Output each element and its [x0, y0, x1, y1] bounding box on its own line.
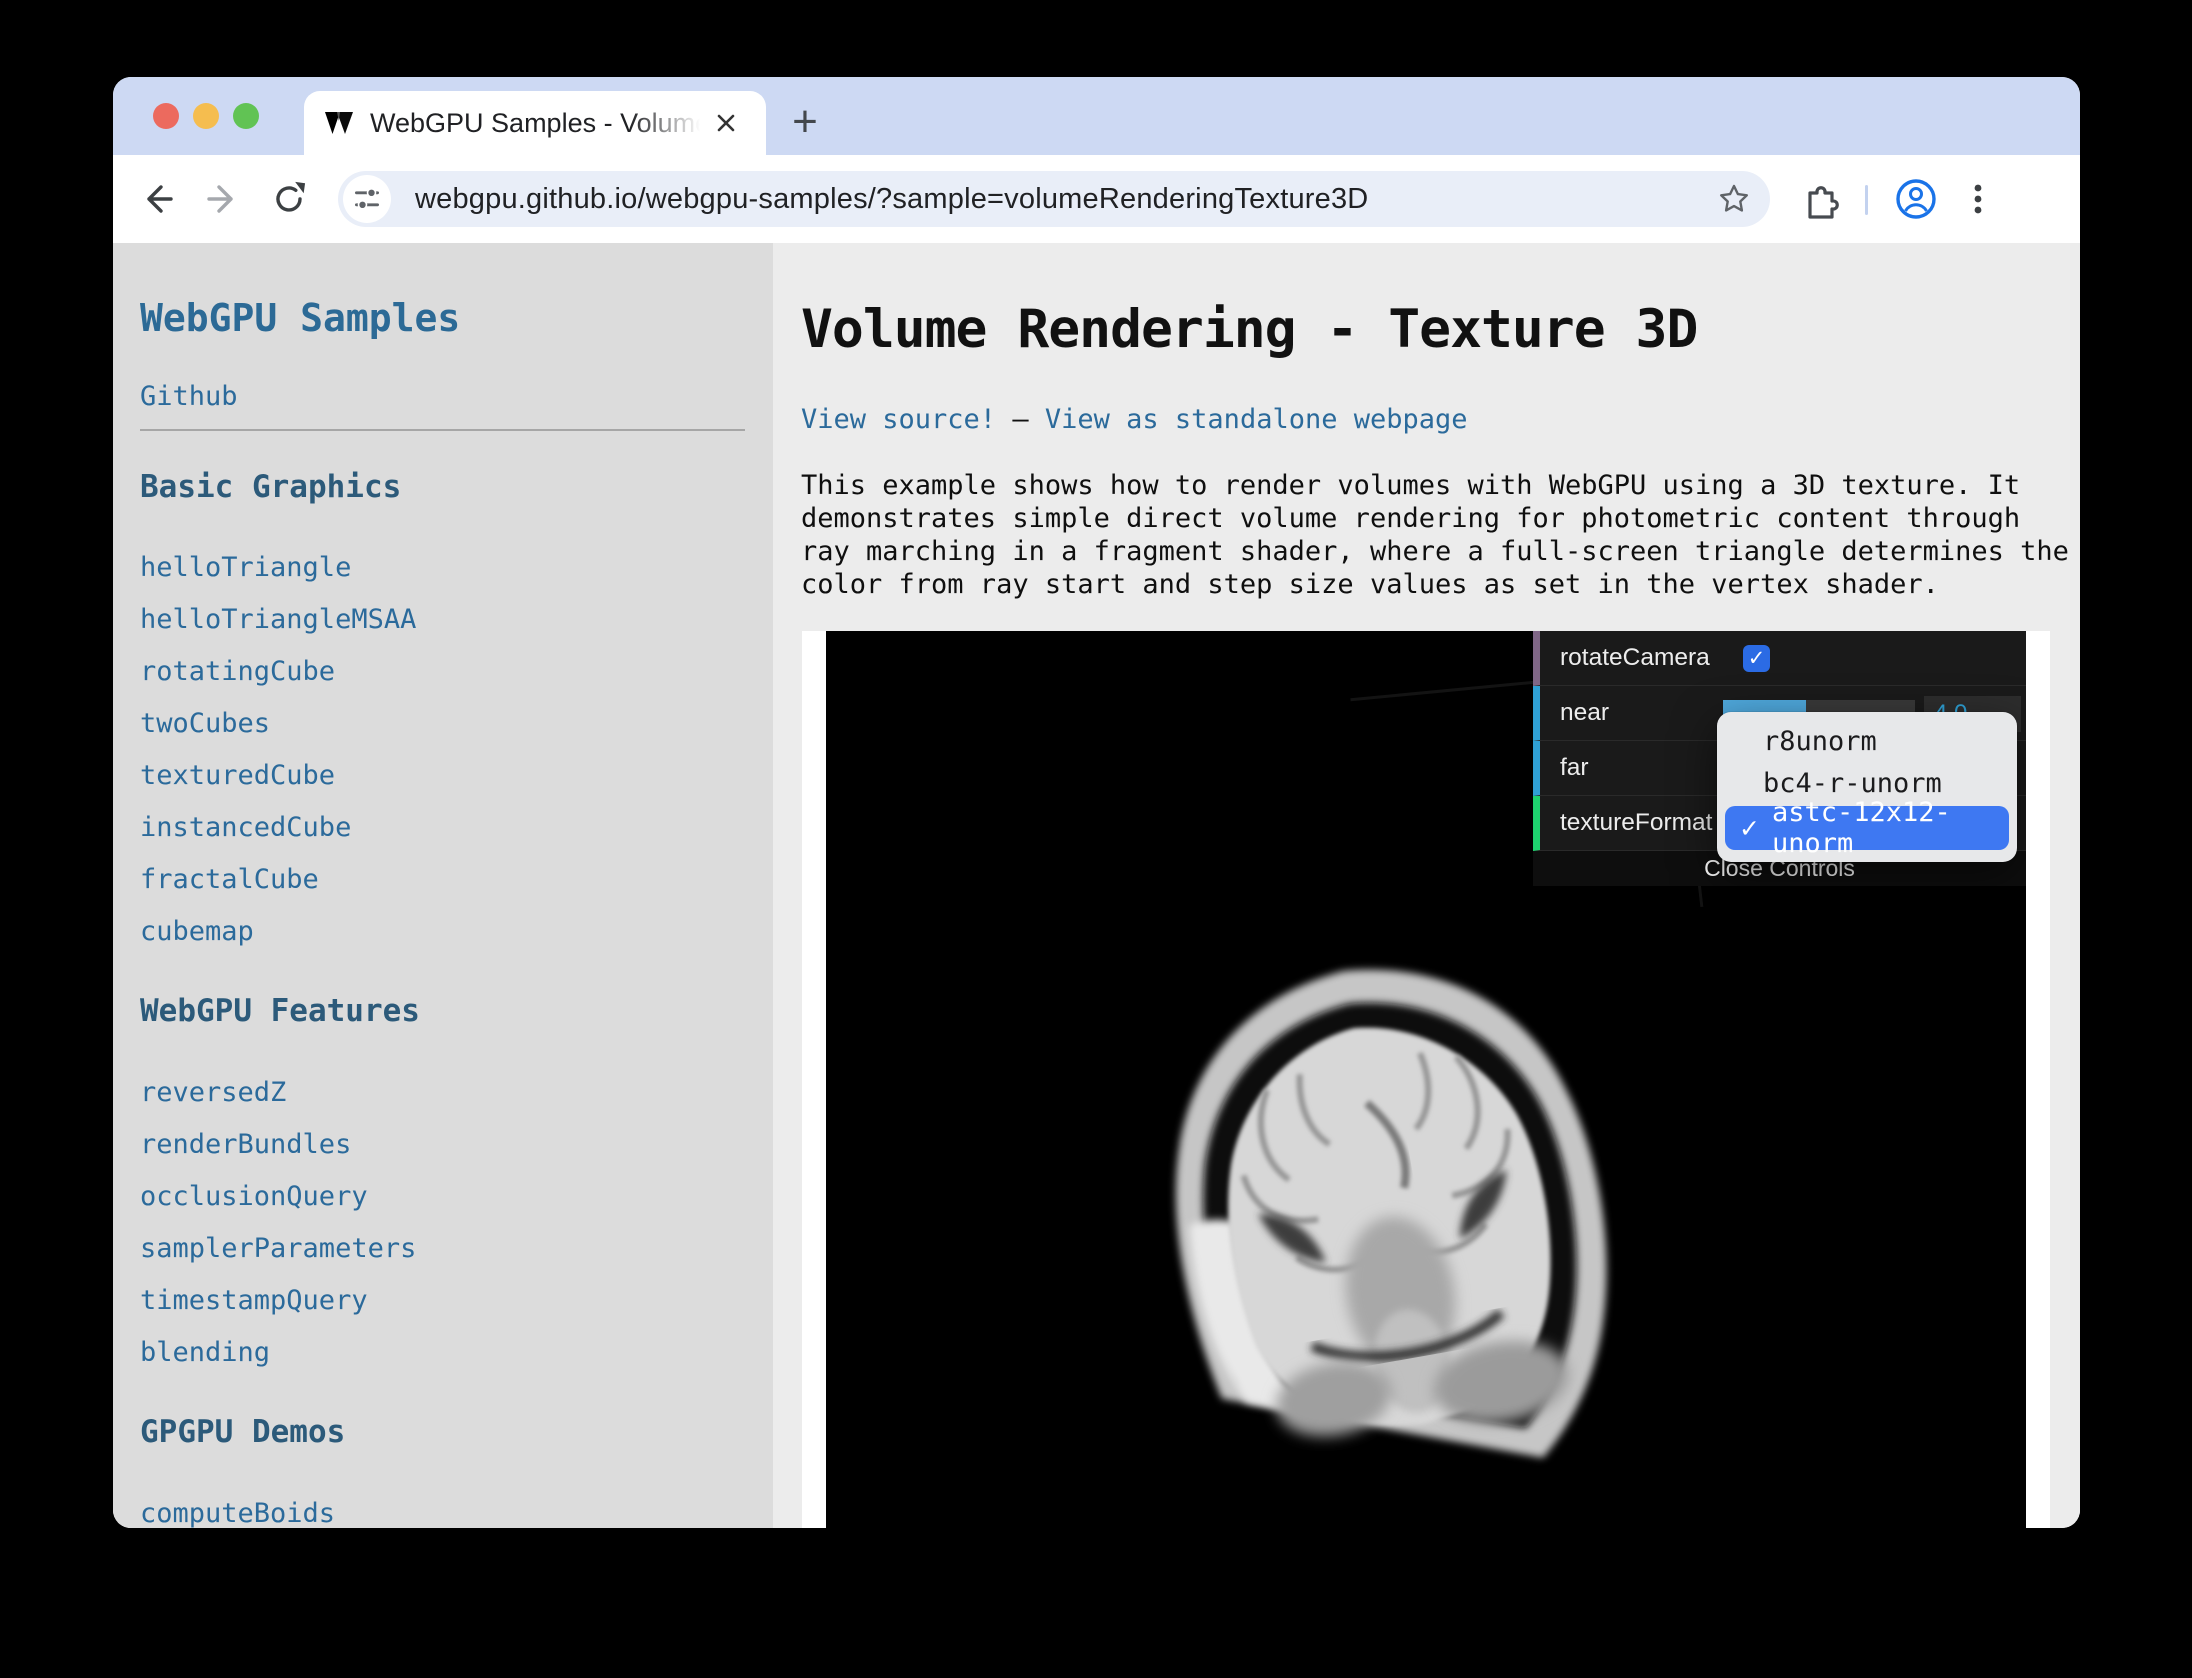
sidebar-title: WebGPU Samples — [140, 295, 773, 341]
sidebar-item-samplerparameters[interactable]: samplerParameters — [140, 1223, 773, 1275]
gui-label-textureformat: textureFormat — [1560, 796, 1713, 850]
sidebar-item-instancedcube[interactable]: instancedCube — [140, 802, 773, 854]
sidebar-heading-basic-graphics: Basic Graphics — [140, 468, 773, 506]
close-traffic-light[interactable] — [153, 103, 179, 129]
site-settings-chip[interactable] — [343, 175, 391, 223]
sidebar-item-hellotriangle[interactable]: helloTriangle — [140, 542, 773, 594]
page-content: WebGPU Samples Github Basic Graphics hel… — [113, 243, 2080, 1528]
sidebar-item-twocubes[interactable]: twoCubes — [140, 698, 773, 750]
tab-title-fade — [630, 108, 700, 139]
webgpu-canvas[interactable]: rotateCamera ✓ near 4.0 — [826, 631, 2026, 1528]
sidebar-item-timestampquery[interactable]: timestampQuery — [140, 1275, 773, 1327]
canvas-container: rotateCamera ✓ near 4.0 — [802, 631, 2050, 1528]
toolbar-separator — [1865, 185, 1868, 215]
sidebar-item-reversedz[interactable]: reversedZ — [140, 1067, 773, 1119]
sidebar-item-occlusionquery[interactable]: occlusionQuery — [140, 1171, 773, 1223]
sidebar-item-renderbundles[interactable]: renderBundles — [140, 1119, 773, 1171]
gui-label-far: far — [1560, 741, 1589, 795]
sidebar-heading-gpgpu-demos: GPGPU Demos — [140, 1413, 773, 1451]
extensions-puzzle-icon[interactable] — [1798, 177, 1842, 221]
sidebar-item-cubemap[interactable]: cubemap — [140, 906, 773, 958]
checkbox-check-icon: ✓ — [1748, 646, 1766, 670]
minimize-traffic-light[interactable] — [193, 103, 219, 129]
dropdown-option-astc-12x12-unorm[interactable]: ✓ astc-12x12-unorm — [1725, 806, 2009, 850]
sidebar-item-fractalcube[interactable]: fractalCube — [140, 854, 773, 906]
new-tab-button[interactable]: + — [781, 99, 829, 147]
gui-row-rotatecamera: rotateCamera ✓ — [1533, 631, 2026, 686]
zoom-traffic-light[interactable] — [233, 103, 259, 129]
sidebar-item-computeboids[interactable]: computeBoids — [140, 1488, 773, 1528]
sidebar: WebGPU Samples Github Basic Graphics hel… — [113, 243, 773, 1528]
sidebar-github-link[interactable]: Github — [140, 381, 773, 413]
sidebar-item-texturedcube[interactable]: texturedCube — [140, 750, 773, 802]
address-bar[interactable]: webgpu.github.io/webgpu-samples/?sample=… — [338, 171, 1770, 227]
url-text[interactable]: webgpu.github.io/webgpu-samples/?sample=… — [415, 183, 1368, 216]
standalone-webpage-link[interactable]: View as standalone webpage — [1045, 404, 1468, 435]
tab-strip: WebGPU Samples - Volume R + — [113, 77, 2080, 155]
gui-label-rotatecamera: rotateCamera — [1560, 631, 1710, 685]
view-source-link[interactable]: View source! — [801, 404, 996, 435]
sidebar-list-basic-graphics: helloTriangle helloTriangleMSAA rotating… — [140, 542, 773, 958]
main-content: Volume Rendering - Texture 3D View sourc… — [773, 243, 2080, 1528]
selected-option-label: astc-12x12-unorm — [1772, 797, 2009, 859]
profile-avatar-icon[interactable] — [1894, 177, 1938, 221]
link-separator-dash: — — [1012, 404, 1045, 435]
browser-tab[interactable]: WebGPU Samples - Volume R — [304, 91, 766, 155]
browser-window: WebGPU Samples - Volume R + — [113, 77, 2080, 1528]
sample-description: This example shows how to render volumes… — [801, 469, 2073, 601]
sidebar-divider — [140, 429, 745, 431]
sidebar-heading-webgpu-features: WebGPU Features — [140, 992, 773, 1030]
tab-close-icon[interactable] — [708, 105, 744, 141]
browser-toolbar: webgpu.github.io/webgpu-samples/?sample=… — [113, 155, 2080, 243]
rotatecamera-checkbox[interactable]: ✓ — [1743, 645, 1770, 672]
webgpu-logo-icon — [324, 109, 354, 137]
sidebar-list-webgpu-features: reversedZ renderBundles occlusionQuery s… — [140, 1067, 773, 1379]
kebab-menu-icon[interactable] — [1956, 177, 2000, 221]
sidebar-list-gpgpu-demos: computeBoids — [140, 1488, 773, 1528]
textureformat-dropdown-menu: r8unorm bc4-r-unorm ✓ astc-12x12-unorm — [1717, 712, 2017, 862]
reload-icon[interactable] — [267, 177, 311, 221]
back-arrow-icon[interactable] — [135, 177, 179, 221]
bookmark-star-icon[interactable] — [1716, 181, 1752, 217]
tab-title: WebGPU Samples - Volume R — [370, 108, 700, 139]
sidebar-item-rotatingcube[interactable]: rotatingCube — [140, 646, 773, 698]
dropdown-option-r8unorm[interactable]: r8unorm — [1717, 721, 2017, 763]
gui-label-near: near — [1560, 686, 1609, 740]
selected-check-icon: ✓ — [1739, 814, 1760, 843]
forward-arrow-icon[interactable] — [201, 177, 245, 221]
page-title: Volume Rendering - Texture 3D — [801, 299, 2080, 361]
source-links-row: View source! — View as standalone webpag… — [801, 403, 2080, 437]
tune-icon — [352, 184, 382, 214]
sidebar-item-hellotrianglemsaa[interactable]: helloTriangleMSAA — [140, 594, 773, 646]
sidebar-item-blending[interactable]: blending — [140, 1327, 773, 1379]
